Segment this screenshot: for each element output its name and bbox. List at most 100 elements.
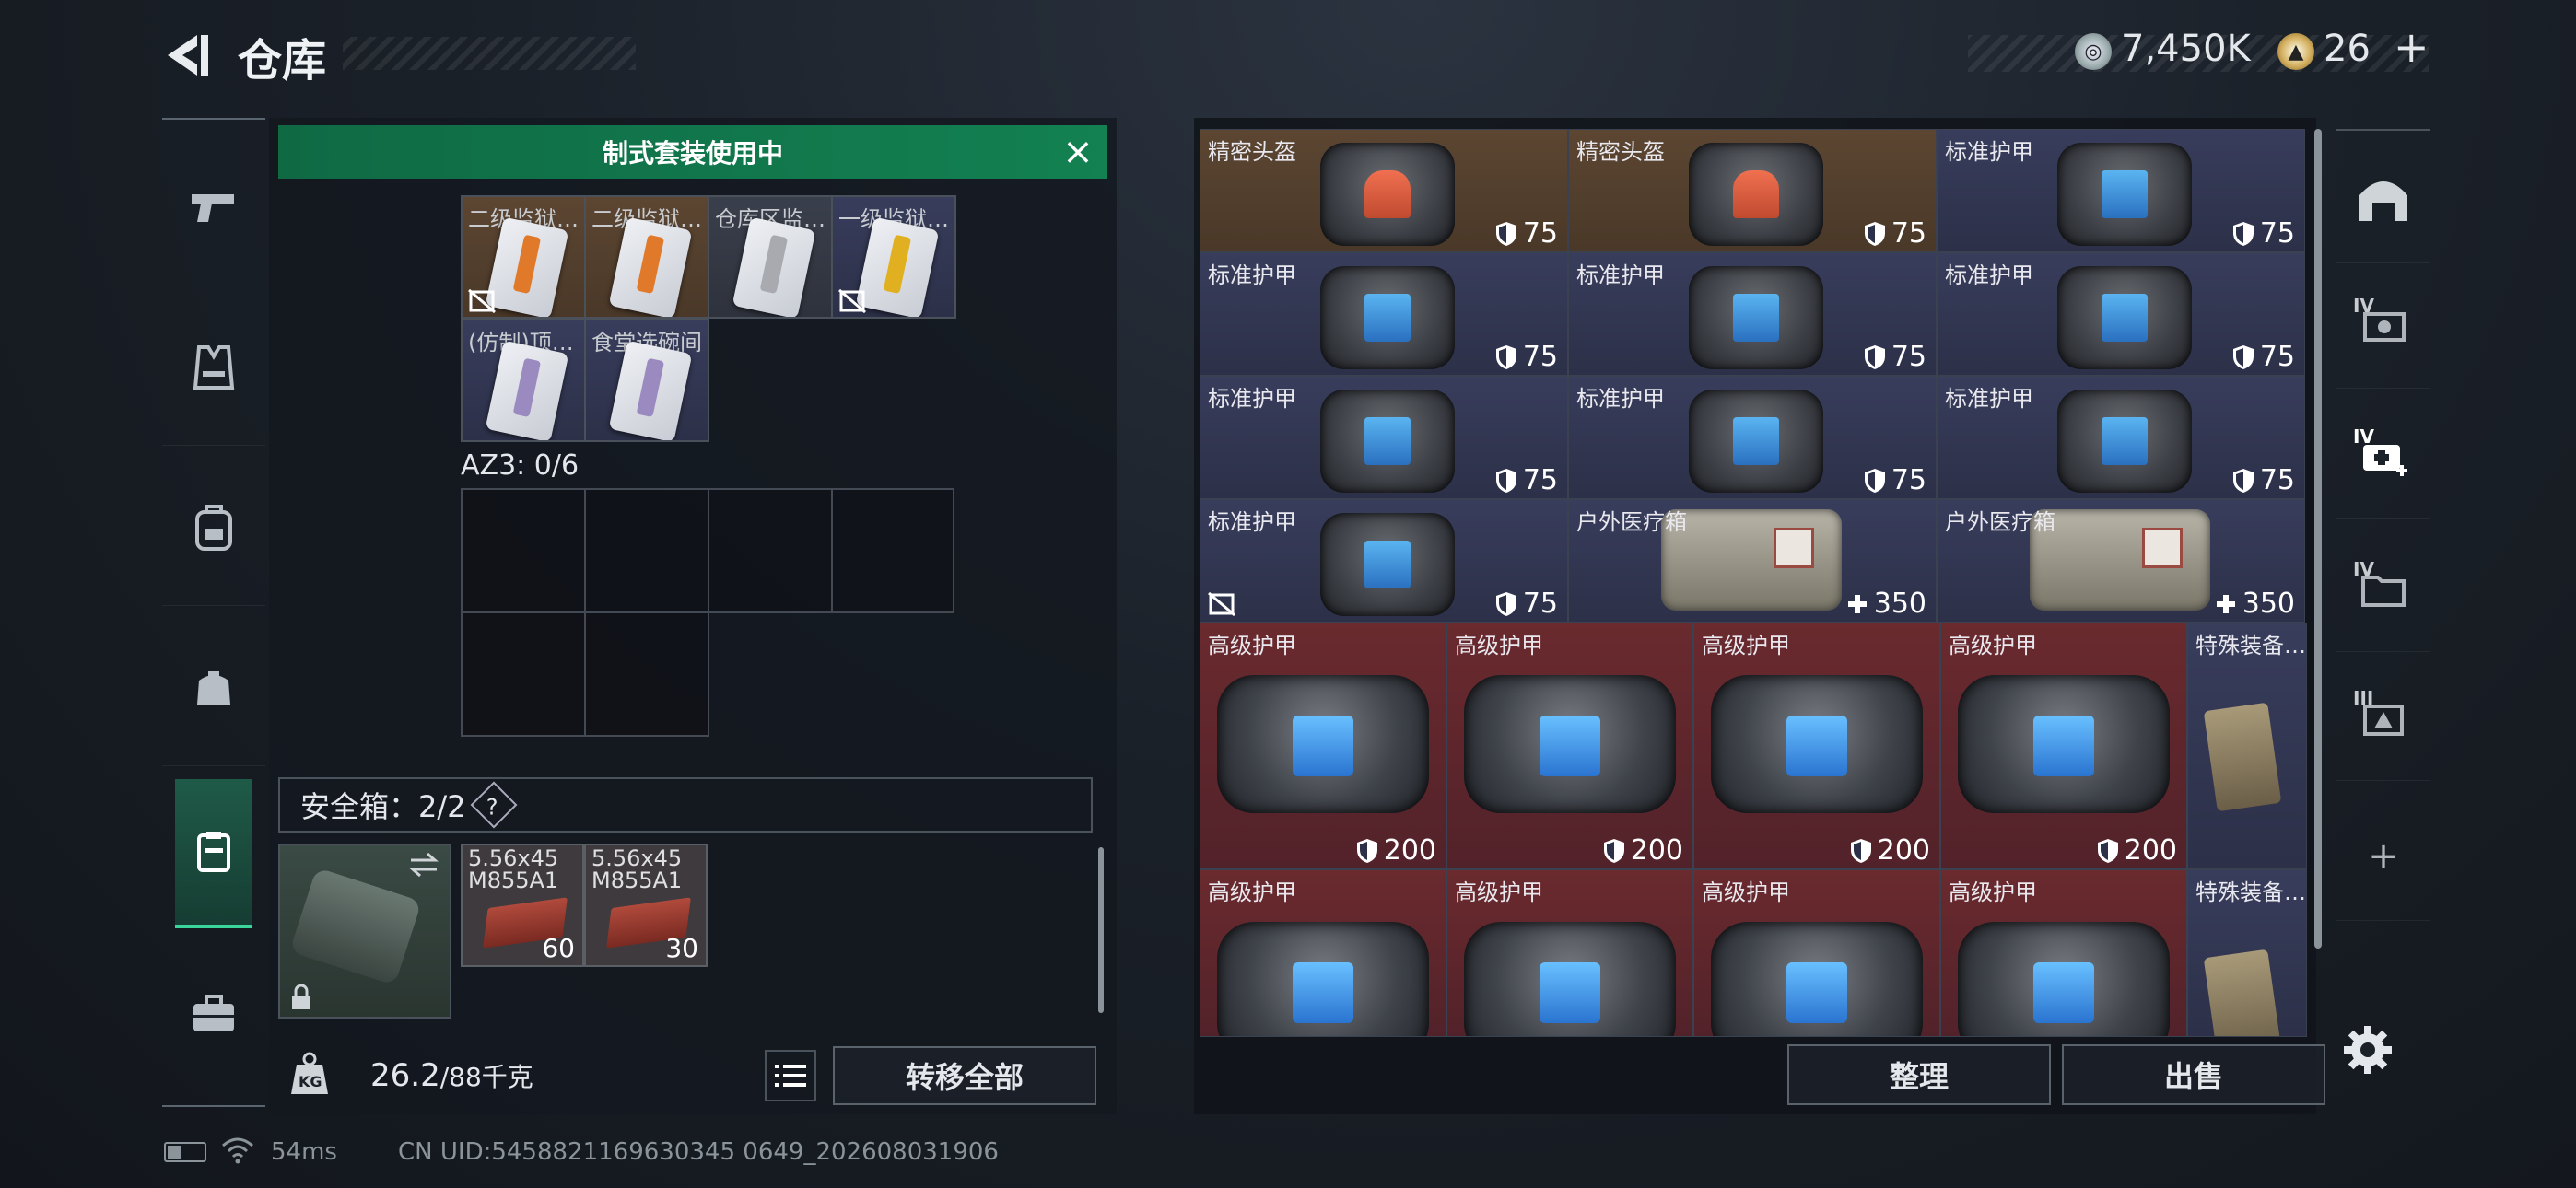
item-name: 标准护甲 <box>1576 386 1665 412</box>
item-stat: 75 <box>1864 464 1926 496</box>
battery-icon <box>164 1142 206 1162</box>
item-stat-value: 350 <box>1873 588 1926 620</box>
stash-tab-medical[interactable]: IV <box>2336 390 2430 519</box>
add-icon[interactable]: + <box>2336 792 2430 921</box>
stash-tab-map[interactable]: III <box>2336 652 2430 781</box>
item-stat-value: 200 <box>1630 834 1683 867</box>
container-icon <box>197 832 230 872</box>
special-equipment-item[interactable]: 特殊装备… <box>2187 869 2307 1037</box>
stash-item[interactable]: 标准护甲 75 <box>1200 252 1568 376</box>
stash-item[interactable]: 标准护甲 75 <box>1937 252 2305 376</box>
stash-item[interactable]: 标准护甲 75 <box>1568 376 1937 499</box>
stash-tab-folder[interactable]: IV <box>2336 523 2430 652</box>
tier-label: IV <box>2353 425 2374 448</box>
sort-button[interactable]: 整理 <box>1787 1044 2051 1105</box>
advanced-armor-item[interactable]: 高级护甲 <box>1693 869 1940 1037</box>
empty-slot-row[interactable] <box>461 611 709 737</box>
special-equipment-item[interactable]: 特殊装备… <box>2187 623 2307 869</box>
stash-item[interactable]: 标准护甲 75 <box>1200 376 1568 499</box>
weight-unit: /88千克 <box>439 1062 533 1092</box>
stash-item[interactable]: 标准护甲 75 <box>1568 252 1937 376</box>
stash-scrollbar[interactable] <box>2314 129 2322 949</box>
loadout-card[interactable]: 食堂选碗间 <box>584 319 709 442</box>
backpack-icon <box>195 504 232 551</box>
sell-button[interactable]: 出售 <box>2062 1044 2325 1105</box>
stash-tab-gear[interactable]: IV <box>2336 260 2430 389</box>
item-stat-value: 350 <box>2242 588 2295 620</box>
item-name: 标准护甲 <box>1945 139 2033 165</box>
durability-shield-icon <box>1603 838 1624 863</box>
rail-briefcase[interactable] <box>162 936 265 1092</box>
stash-tab-bunker[interactable] <box>2336 134 2430 263</box>
item-name: 特殊装备… <box>2195 633 2306 658</box>
loadout-card[interactable]: (仿制)顶… <box>461 319 586 442</box>
advanced-armor-item[interactable]: 高级护甲 200 <box>1693 623 1940 869</box>
rail-container[interactable] <box>175 779 252 928</box>
close-icon[interactable]: × <box>1060 134 1096 171</box>
item-name: 精密头盔 <box>1576 139 1665 165</box>
swap-icon[interactable] <box>407 851 440 879</box>
loadout-card[interactable]: 一级监狱… <box>831 195 956 319</box>
healing-plus-icon <box>1847 594 1867 613</box>
help-icon[interactable]: ? <box>470 781 517 829</box>
item-stat-value: 75 <box>1522 217 1558 250</box>
stash-item[interactable]: 标准护甲 75 <box>1937 376 2305 499</box>
safe-case-slot[interactable] <box>278 844 451 1019</box>
user-id: CN UID:5458821169630345 0649_20260803190… <box>398 1138 999 1166</box>
add-currency-button[interactable]: + <box>2394 22 2430 72</box>
durability-shield-icon <box>1864 221 1885 246</box>
advanced-armor-item[interactable]: 高级护甲 <box>1200 869 1446 1037</box>
no-transfer-icon <box>1208 592 1235 616</box>
advanced-armor-item[interactable]: 高级护甲 <box>1940 869 2187 1037</box>
wifi-icon <box>222 1137 253 1164</box>
item-stat-value: 75 <box>2259 341 2295 373</box>
ping-readout: 54ms <box>271 1138 337 1166</box>
briefcase-icon <box>193 995 234 1031</box>
rail-armor[interactable] <box>162 289 265 446</box>
stash-item[interactable]: 户外医疗箱 350 <box>1568 499 1937 623</box>
item-name: 标准护甲 <box>1945 262 2033 288</box>
loadout-card[interactable]: 仓库区监… <box>708 195 833 319</box>
ammo-slot[interactable]: 5.56x45 M855A1 60 <box>461 844 584 967</box>
durability-shield-icon <box>1850 838 1871 863</box>
armor-icon <box>1689 390 1823 493</box>
list-view-button[interactable] <box>765 1050 816 1101</box>
item-name: 标准护甲 <box>1208 509 1296 535</box>
advanced-armor-item[interactable]: 高级护甲 <box>1446 869 1693 1037</box>
stash-item[interactable]: 精密头盔 75 <box>1568 129 1937 252</box>
weight-icon: KG <box>291 1052 328 1094</box>
tier-label: IV <box>2353 295 2374 317</box>
item-stat: 75 <box>1495 464 1558 496</box>
loadout-card[interactable]: 二级监狱… <box>584 195 709 319</box>
ammo-slot[interactable]: 5.56x45 M855A1 30 <box>584 844 708 967</box>
item-stat-value: 75 <box>1891 217 1926 250</box>
loadout-card[interactable]: 二级监狱… <box>461 195 586 319</box>
item-stat: 75 <box>1495 341 1558 373</box>
armor-icon <box>1320 266 1455 369</box>
rail-weapons[interactable] <box>162 129 265 285</box>
transfer-all-button[interactable]: 转移全部 <box>833 1046 1096 1105</box>
settings-gear-icon[interactable] <box>2340 1022 2395 1077</box>
medkit-icon <box>2030 509 2210 611</box>
durability-shield-icon <box>2232 468 2254 493</box>
advanced-armor-item[interactable]: 高级护甲 200 <box>1446 623 1693 869</box>
empty-slot-row[interactable] <box>461 488 954 613</box>
stash-item[interactable]: 户外医疗箱 350 <box>1937 499 2305 623</box>
rail-backpack[interactable] <box>162 449 265 606</box>
item-stat: 75 <box>1495 588 1558 620</box>
stash-item[interactable]: 精密头盔 75 <box>1200 129 1568 252</box>
durability-shield-icon <box>2097 838 2118 863</box>
stash-item[interactable]: 标准护甲 75 <box>1200 499 1568 623</box>
loadout-scrollbar[interactable] <box>1098 847 1104 1013</box>
back-arrow-icon[interactable] <box>160 31 212 79</box>
advanced-armor-item[interactable]: 高级护甲 200 <box>1940 623 2187 869</box>
gold-currency: 26 <box>2324 28 2371 70</box>
item-name: 高级护甲 <box>1455 633 1543 658</box>
stash-item[interactable]: 标准护甲 75 <box>1937 129 2305 252</box>
durability-shield-icon <box>1495 468 1516 493</box>
item-name: 标准护甲 <box>1208 262 1296 288</box>
advanced-armor-item[interactable]: 高级护甲 200 <box>1200 623 1446 869</box>
item-stat: 350 <box>1846 588 1926 620</box>
rail-pouch[interactable] <box>162 610 265 766</box>
item-stat: 350 <box>2215 588 2295 620</box>
